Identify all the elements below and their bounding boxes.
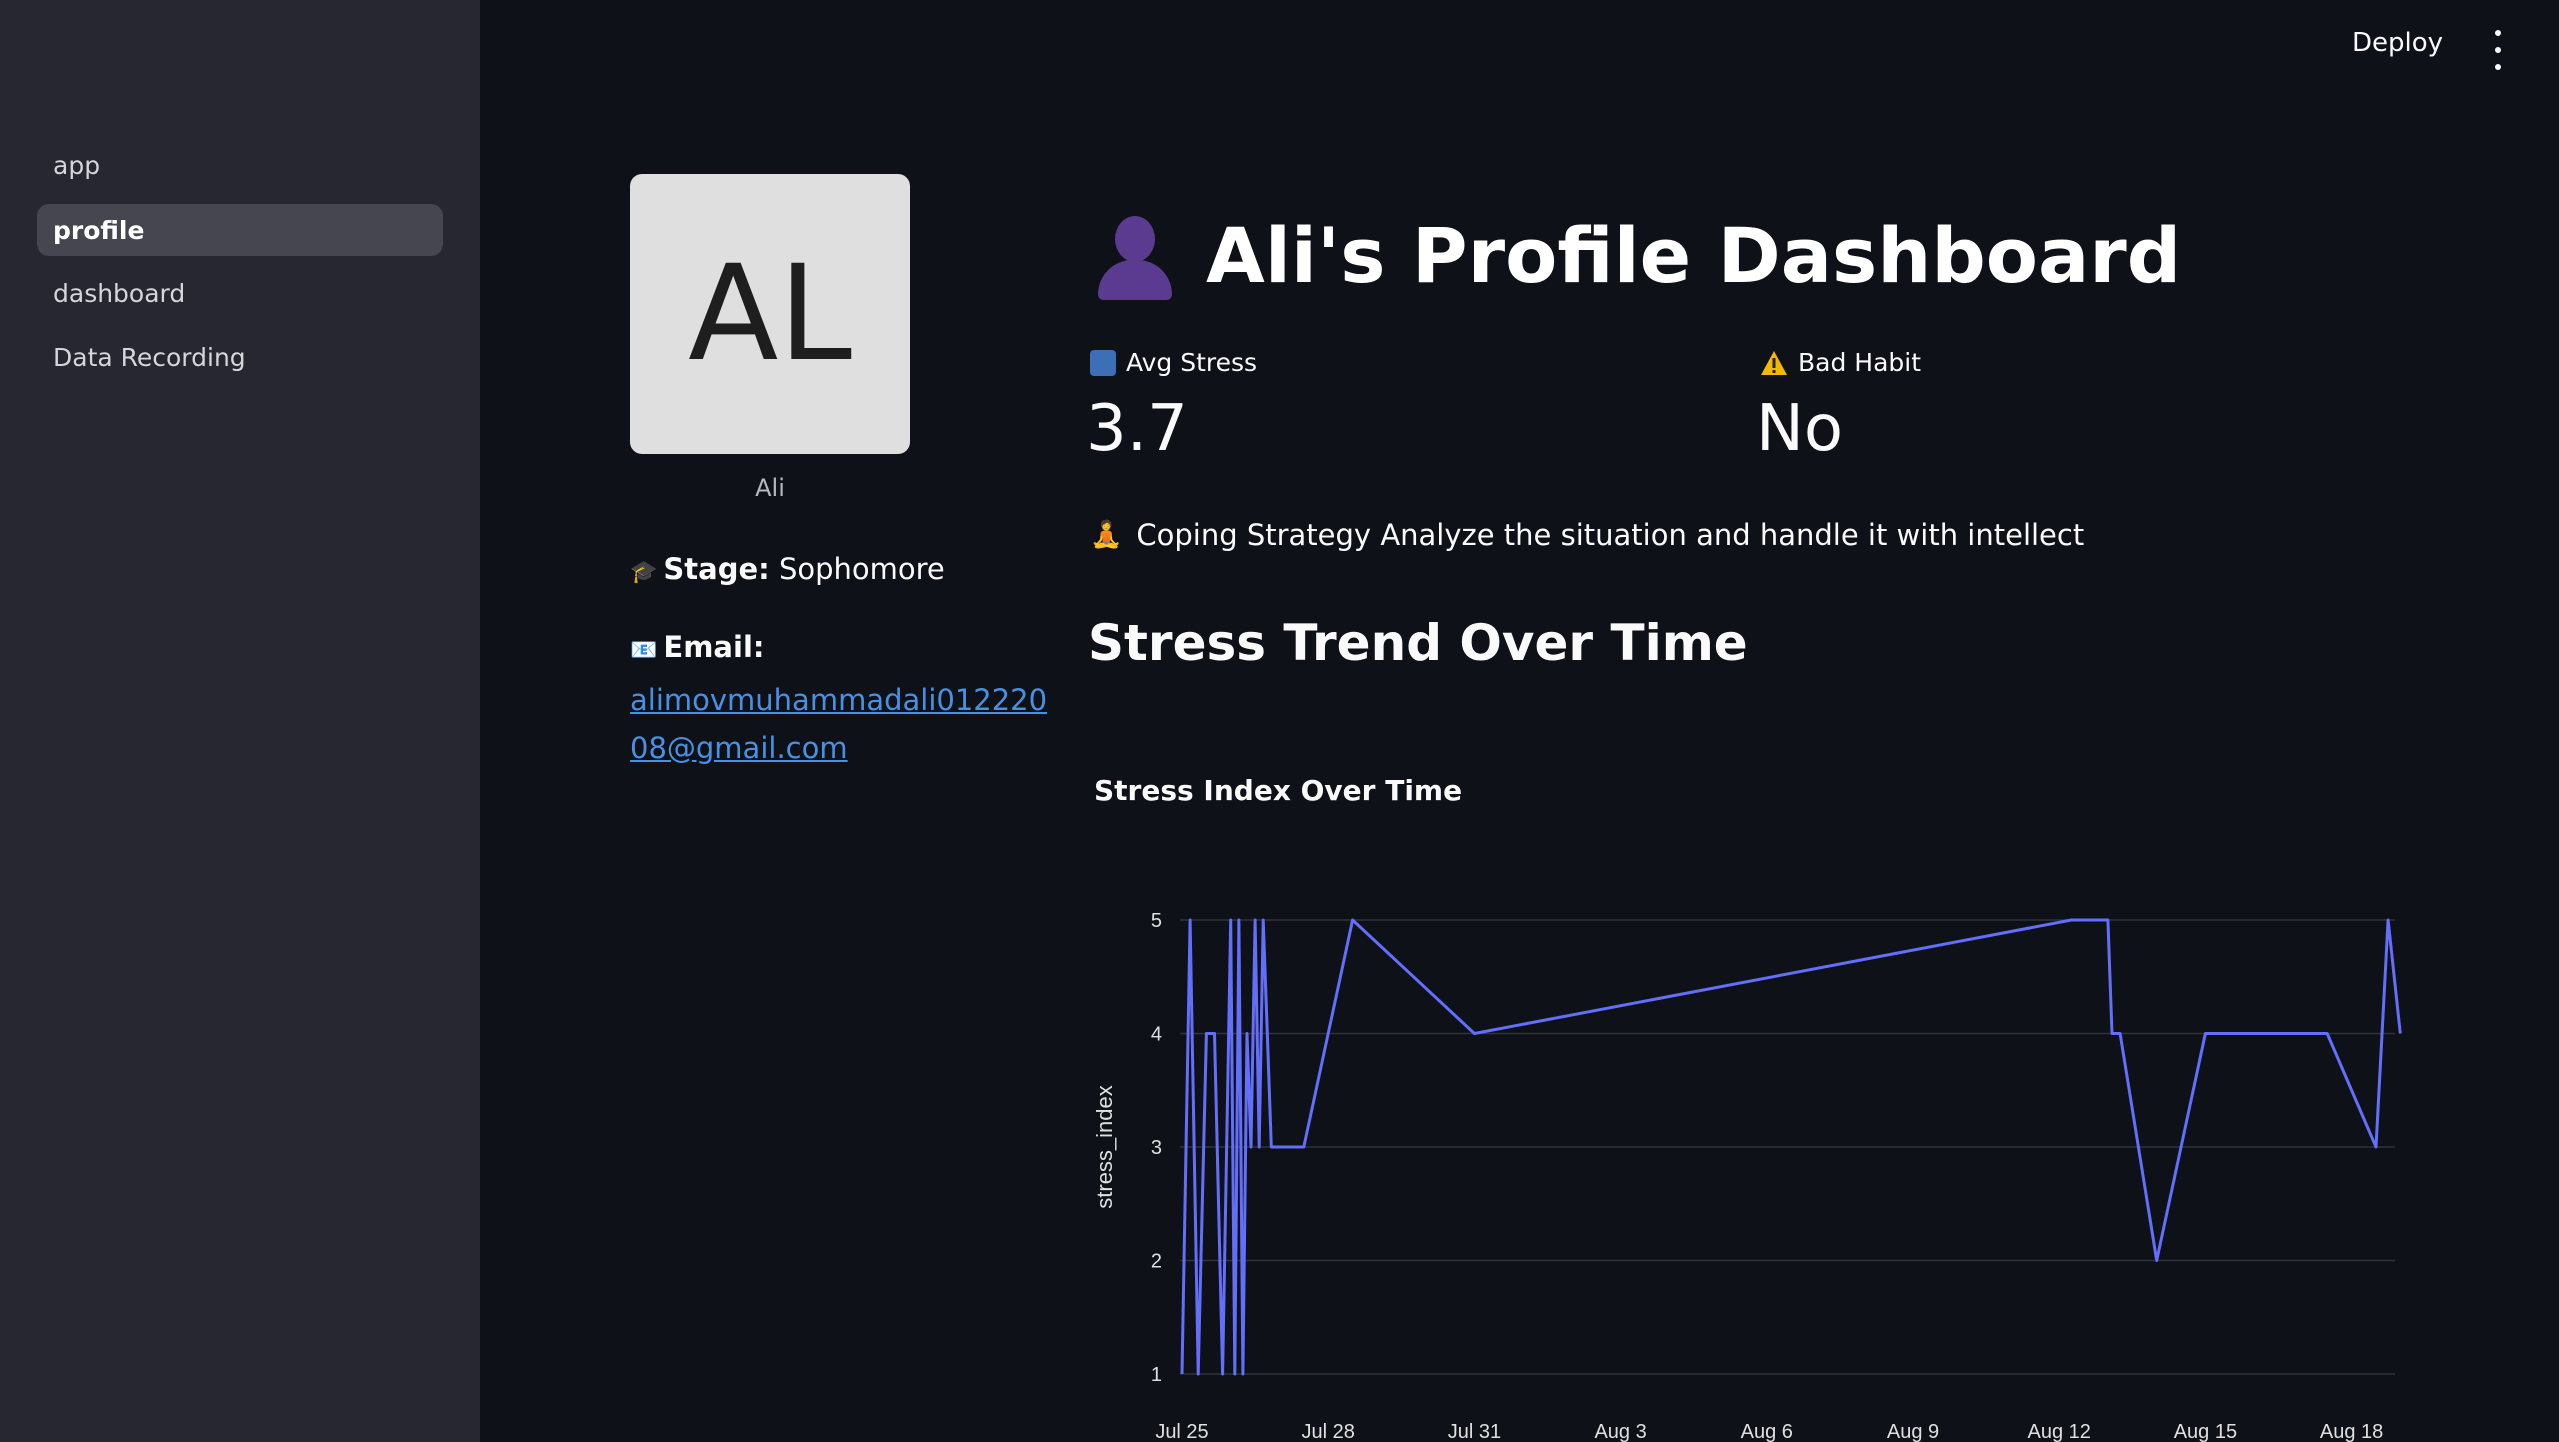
sidebar-item-label: app	[53, 150, 101, 180]
x-tick-label: Aug 15	[2174, 1421, 2237, 1442]
page-title: Ali's Profile Dashboard	[1090, 210, 2181, 300]
stage-value: Sophomore	[778, 552, 945, 586]
x-tick-label: Aug 18	[2320, 1421, 2383, 1442]
x-tick-label: Jul 25	[1155, 1421, 1208, 1442]
metric-bad-habit-value: No	[1756, 392, 1844, 466]
sidebar-item-dashboard[interactable]: dashboard	[37, 267, 443, 319]
metric-avg-stress-value: 3.7	[1086, 392, 1188, 466]
chart-title: Stress Index Over Time	[1094, 774, 1463, 807]
graduation-cap-icon: 🎓	[630, 560, 658, 585]
x-tick-label: Aug 3	[1594, 1421, 1646, 1442]
email-info: 📧 Email:	[630, 630, 764, 664]
x-tick-label: Aug 6	[1741, 1421, 1793, 1442]
sidebar-item-profile[interactable]: profile	[37, 204, 443, 256]
meditation-icon: 🧘	[1090, 520, 1123, 550]
x-tick-label: Jul 28	[1302, 1421, 1355, 1442]
coping-label: Coping Strategy	[1136, 518, 1372, 552]
sidebar: app profile dashboard Data Recording	[0, 0, 480, 1442]
email-link[interactable]: alimovmuhammadali01222008@gmail.com	[630, 676, 1050, 772]
y-tick-label: 1	[1151, 1364, 1162, 1386]
deploy-button[interactable]: Deploy	[2352, 28, 2443, 58]
avatar-initials: AL	[688, 237, 852, 391]
x-tick-label: Aug 9	[1887, 1421, 1939, 1442]
bar-chart-icon	[1090, 349, 1116, 376]
stage-info: 🎓 Stage: Sophomore	[630, 552, 945, 586]
email-label: Email:	[663, 630, 765, 664]
metric-bad-habit-label: Bad Habit	[1760, 348, 1921, 377]
y-tick-label: 2	[1151, 1251, 1162, 1273]
vertical-ellipsis-icon[interactable]	[2486, 30, 2510, 70]
sidebar-item-label: Data Recording	[53, 342, 246, 372]
sidebar-item-data-recording[interactable]: Data Recording	[37, 331, 443, 383]
page-title-text: Ali's Profile Dashboard	[1206, 210, 2182, 300]
metric-label-text: Avg Stress	[1126, 348, 1258, 377]
x-tick-label: Aug 12	[2028, 1421, 2091, 1442]
email-icon: 📧	[630, 638, 658, 663]
sidebar-item-app[interactable]: app	[37, 139, 443, 191]
avatar: AL	[630, 174, 910, 454]
y-axis-label: stress_index	[1092, 1085, 1117, 1209]
stage-label: Stage:	[663, 552, 770, 586]
warning-icon	[1761, 350, 1787, 375]
stress-chart: 1 2 3 4 5 Jul 25 Jul 28 Jul 31 Aug 3 Aug 6 Aug 9 Au…	[1092, 910, 2402, 1442]
sidebar-item-label: dashboard	[53, 278, 186, 308]
coping-value: Analyze the situation and handle it with…	[1380, 518, 2085, 552]
y-tick-label: 3	[1151, 1137, 1162, 1159]
profile-name: Ali	[755, 474, 785, 502]
metric-label-text: Bad Habit	[1798, 348, 1922, 377]
section-heading: Stress Trend Over Time	[1088, 614, 1748, 672]
x-tick-label: Jul 31	[1448, 1421, 1501, 1442]
sidebar-item-label: profile	[53, 215, 145, 245]
y-tick-label: 5	[1151, 910, 1162, 932]
y-tick-label: 4	[1151, 1024, 1162, 1046]
coping-strategy: 🧘 Coping Strategy Analyze the situation …	[1090, 518, 2084, 552]
metric-avg-stress-label: Avg Stress	[1090, 348, 1257, 377]
person-silhouette-icon	[1090, 210, 1180, 300]
